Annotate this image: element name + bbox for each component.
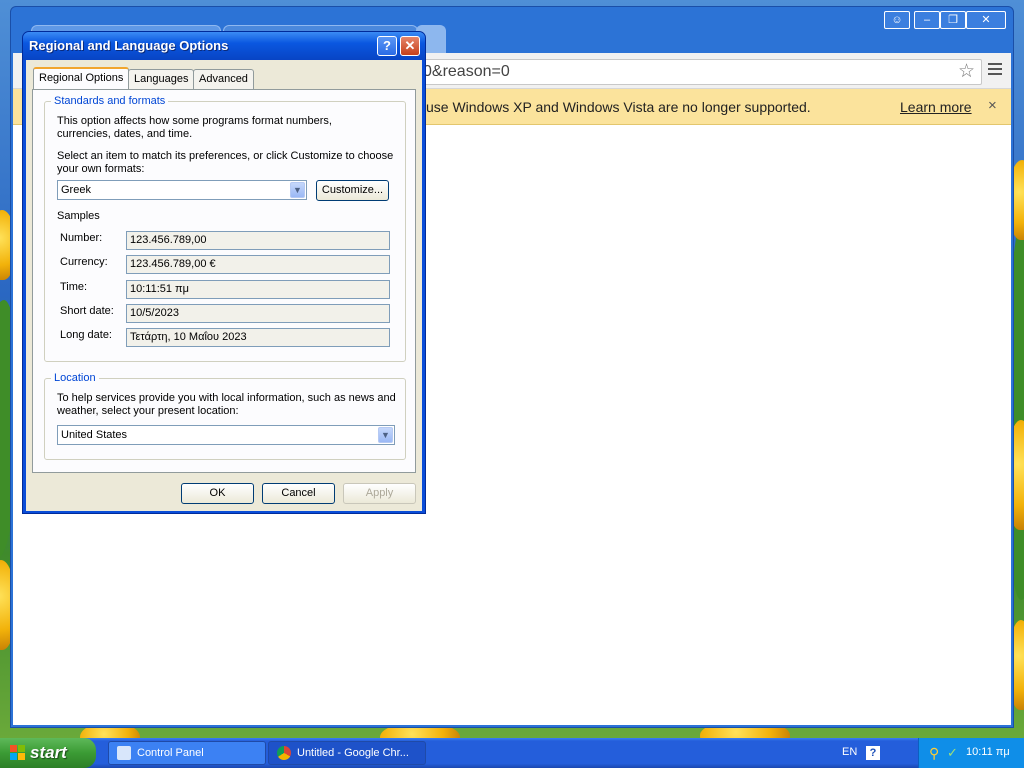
standards-description: This option affects how some programs fo… bbox=[57, 115, 332, 140]
samples-heading: Samples bbox=[57, 210, 100, 222]
cancel-button[interactable]: Cancel bbox=[262, 483, 335, 504]
system-tray: ⚲ ✓ 10:11 πμ bbox=[918, 738, 1024, 768]
tab-advanced[interactable]: Advanced bbox=[193, 69, 254, 89]
address-text: 0&reason=0 bbox=[423, 63, 510, 80]
start-label: start bbox=[30, 743, 67, 762]
taskbar: start Control Panel Untitled - Google Ch… bbox=[0, 738, 1024, 768]
dialog-client: Regional Options Languages Advanced Stan… bbox=[26, 60, 422, 511]
sample-long-date-label: Long date: bbox=[60, 329, 112, 341]
sample-currency-value: 123.456.789,00 € bbox=[126, 255, 390, 274]
minimize-button[interactable]: – bbox=[914, 11, 940, 29]
regional-options-panel: Standards and formats This option affect… bbox=[32, 89, 416, 473]
infobar-message: use Windows XP and Windows Vista are no … bbox=[426, 99, 811, 115]
taskbar-chrome[interactable]: Untitled - Google Chr... bbox=[268, 741, 426, 765]
chrome-menu-icon[interactable] bbox=[988, 63, 1002, 77]
location-legend: Location bbox=[51, 372, 99, 384]
close-window-button[interactable]: ✕ bbox=[966, 11, 1006, 29]
location-select-value: United States bbox=[61, 429, 128, 441]
sample-number-label: Number: bbox=[60, 232, 103, 244]
chevron-down-icon[interactable]: ▼ bbox=[290, 182, 305, 198]
dialog-title: Regional and Language Options bbox=[29, 38, 229, 53]
windows-logo-icon bbox=[10, 745, 26, 761]
standards-legend: Standards and formats bbox=[51, 95, 169, 107]
control-panel-icon bbox=[117, 746, 131, 760]
customize-button[interactable]: Customize... bbox=[316, 180, 389, 201]
close-button[interactable]: ✕ bbox=[400, 36, 420, 56]
sample-time-label: Time: bbox=[60, 281, 88, 293]
clock[interactable]: 10:11 πμ bbox=[966, 746, 1010, 758]
taskbar-item-label: Untitled - Google Chr... bbox=[297, 747, 409, 759]
sample-number-value: 123.456.789,00 bbox=[126, 231, 390, 250]
bookmark-star-icon[interactable]: ☆ bbox=[958, 62, 975, 82]
network-tray-icon[interactable]: ✓ bbox=[947, 745, 958, 761]
ok-button[interactable]: OK bbox=[181, 483, 254, 504]
sample-time-value: 10:11:51 πμ bbox=[126, 280, 390, 299]
apply-button[interactable]: Apply bbox=[343, 483, 416, 504]
help-button[interactable]: ? bbox=[377, 36, 397, 56]
chevron-down-icon[interactable]: ▼ bbox=[378, 427, 393, 443]
sample-currency-label: Currency: bbox=[60, 256, 108, 268]
chrome-icon bbox=[277, 746, 291, 760]
maximize-button[interactable]: ❐ bbox=[940, 11, 966, 29]
tab-regional-options[interactable]: Regional Options bbox=[33, 67, 130, 89]
learn-more-link[interactable]: Learn more bbox=[900, 99, 972, 115]
infobar-close-icon[interactable]: × bbox=[988, 97, 997, 114]
help-tray-icon[interactable]: ? bbox=[866, 746, 880, 760]
profile-icon[interactable]: ☺ bbox=[884, 11, 910, 29]
sample-long-date-value: Τετάρτη, 10 Μαΐου 2023 bbox=[126, 328, 390, 347]
location-group: Location To help services provide you wi… bbox=[44, 372, 406, 460]
search-tray-icon[interactable]: ⚲ bbox=[929, 745, 939, 762]
regional-options-dialog: Regional and Language Options ? ✕ Region… bbox=[22, 31, 426, 514]
tab-languages[interactable]: Languages bbox=[128, 69, 195, 89]
sample-short-date-label: Short date: bbox=[60, 305, 114, 317]
start-button[interactable]: start bbox=[0, 738, 96, 768]
format-select[interactable]: Greek ▼ bbox=[57, 180, 307, 200]
format-select-value: Greek bbox=[61, 184, 91, 196]
standards-group: Standards and formats This option affect… bbox=[44, 95, 406, 362]
address-bar[interactable]: 0&reason=0 ☆ bbox=[408, 59, 982, 85]
dialog-titlebar[interactable]: Regional and Language Options ? ✕ bbox=[23, 32, 425, 60]
taskbar-item-label: Control Panel bbox=[137, 747, 204, 759]
location-description: To help services provide you with local … bbox=[57, 392, 396, 417]
language-indicator[interactable]: EN bbox=[842, 746, 857, 758]
standards-prompt: Select an item to match its preferences,… bbox=[57, 150, 394, 175]
taskbar-control-panel[interactable]: Control Panel bbox=[108, 741, 266, 765]
location-select[interactable]: United States ▼ bbox=[57, 425, 395, 445]
sample-short-date-value: 10/5/2023 bbox=[126, 304, 390, 323]
